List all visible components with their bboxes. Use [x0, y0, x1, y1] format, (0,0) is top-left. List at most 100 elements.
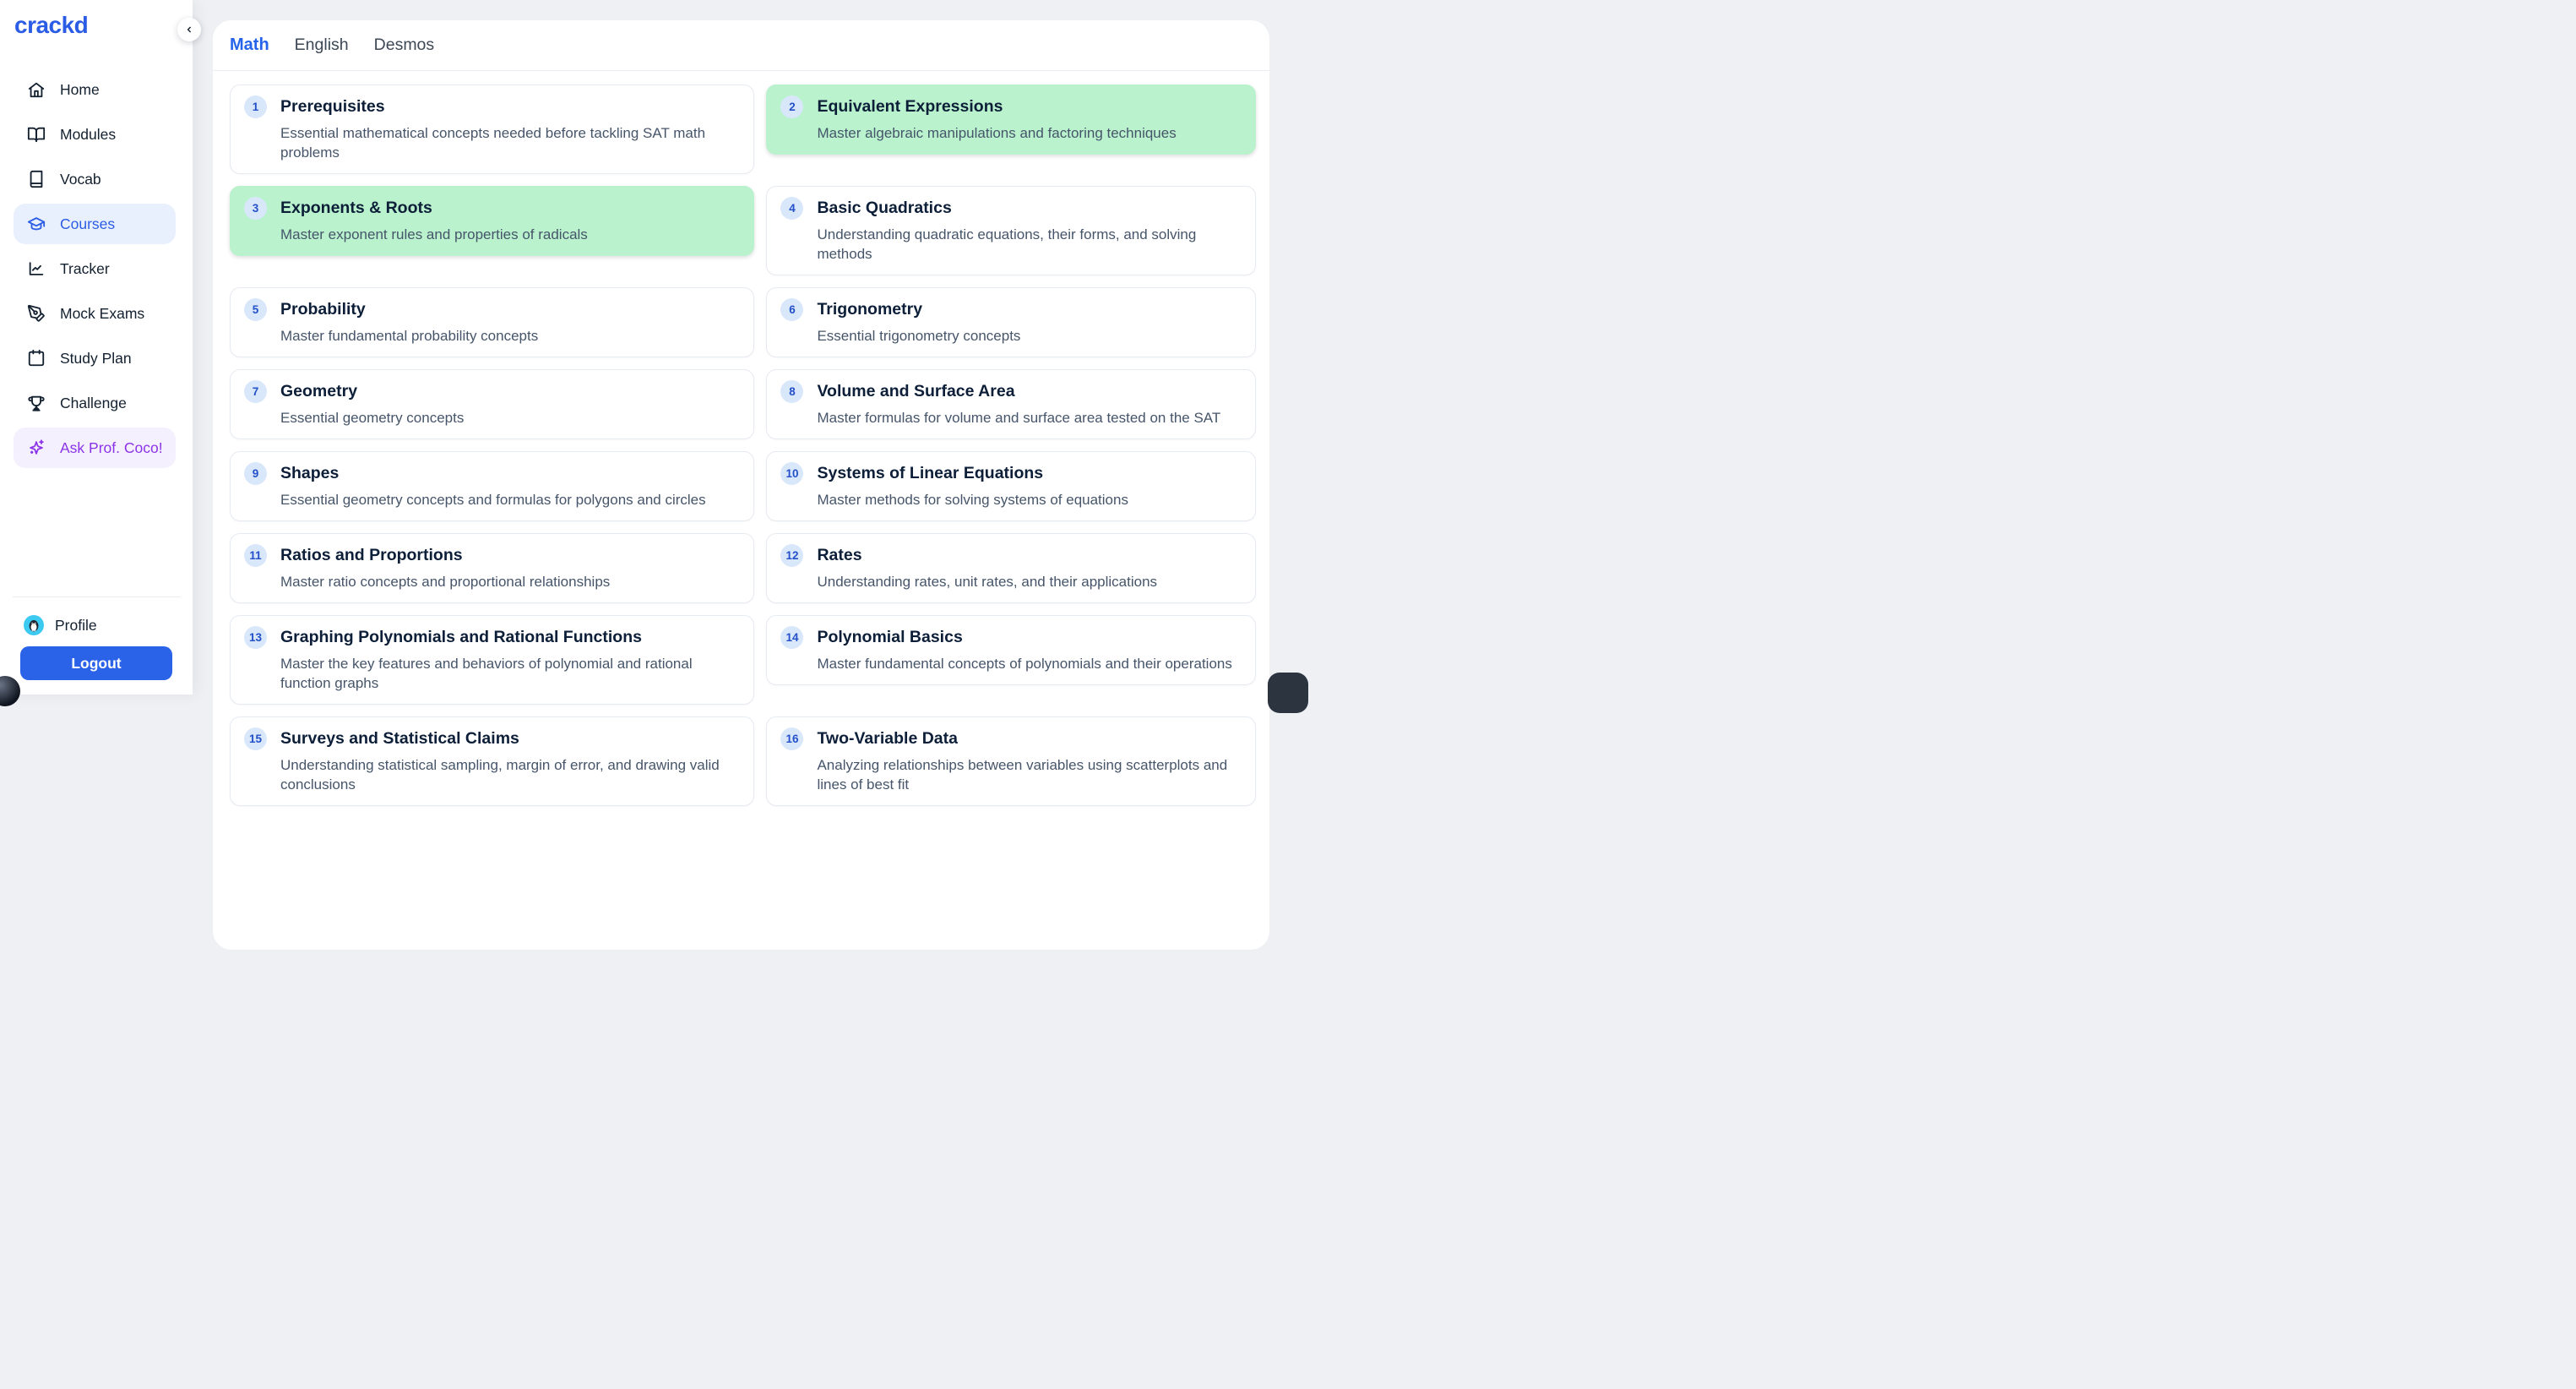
course-card-two-variable-data[interactable]: 16 Two-Variable Data Analyzing relations… [766, 716, 1256, 806]
course-title: Basic Quadratics [817, 197, 951, 220]
course-title: Trigonometry [817, 298, 922, 321]
study-plan-icon [27, 349, 46, 368]
course-card-trigonometry[interactable]: 6 Trigonometry Essential trigonometry co… [766, 287, 1256, 357]
course-number-badge: 3 [244, 197, 267, 220]
sidebar-item-label: Ask Prof. Coco! [60, 439, 163, 457]
course-title: Two-Variable Data [817, 727, 958, 750]
course-card-basic-quadratics[interactable]: 4 Basic Quadratics Understanding quadrat… [766, 186, 1256, 275]
course-description: Master fundamental probability concepts [280, 326, 736, 346]
sidebar-divider [13, 596, 180, 597]
course-card-systems-of-linear-equations[interactable]: 10 Systems of Linear Equations Master me… [766, 451, 1256, 521]
sidebar-item-label: Challenge [60, 395, 127, 412]
course-card-header: 5 Probability [244, 298, 736, 321]
course-title: Exponents & Roots [280, 197, 432, 220]
course-card-ratios-and-proportions[interactable]: 11 Ratios and Proportions Master ratio c… [230, 533, 754, 603]
tab-math[interactable]: Math [228, 32, 271, 58]
course-card-polynomial-basics[interactable]: 14 Polynomial Basics Master fundamental … [766, 615, 1256, 685]
course-card-header: 3 Exponents & Roots [244, 197, 736, 220]
course-description: Understanding quadratic equations, their… [817, 225, 1238, 264]
sidebar-item-home[interactable]: Home [14, 69, 176, 110]
course-card-volume-and-surface-area[interactable]: 8 Volume and Surface Area Master formula… [766, 369, 1256, 439]
course-description: Master exponent rules and properties of … [280, 225, 736, 244]
course-title: Polynomial Basics [817, 626, 962, 649]
profile-label: Profile [55, 617, 97, 635]
course-card-header: 10 Systems of Linear Equations [780, 462, 1238, 485]
course-description: Essential trigonometry concepts [817, 326, 1238, 346]
course-card-shapes[interactable]: 9 Shapes Essential geometry concepts and… [230, 451, 754, 521]
sidebar-item-study-plan[interactable]: Study Plan [14, 338, 176, 379]
sidebar-item-label: Courses [60, 215, 115, 233]
course-card-header: 7 Geometry [244, 380, 736, 403]
course-card-prerequisites[interactable]: 1 Prerequisites Essential mathematical c… [230, 84, 754, 174]
mock-exams-icon [27, 304, 46, 323]
course-card-exponents-roots[interactable]: 3 Exponents & Roots Master exponent rule… [230, 186, 754, 256]
course-number-badge: 1 [244, 95, 267, 118]
course-number-badge: 2 [780, 95, 803, 118]
challenge-icon [27, 394, 46, 412]
course-card-header: 16 Two-Variable Data [780, 727, 1238, 750]
course-card-geometry[interactable]: 7 Geometry Essential geometry concepts [230, 369, 754, 439]
course-description: Master fundamental concepts of polynomia… [817, 654, 1238, 673]
sidebar: crackd Home Modules Vocab Courses Tracker Moc… [0, 0, 193, 694]
course-card-rates[interactable]: 12 Rates Understanding rates, unit rates… [766, 533, 1256, 603]
course-description: Master ratio concepts and proportional r… [280, 572, 736, 591]
sidebar-item-label: Mock Exams [60, 305, 144, 323]
course-card-header: 12 Rates [780, 544, 1238, 567]
sidebar-item-modules[interactable]: Modules [14, 114, 176, 155]
course-card-header: 4 Basic Quadratics [780, 197, 1238, 220]
main-panel: Math English Desmos 1 Prerequisites Essent… [213, 20, 1269, 950]
course-title: Rates [817, 544, 861, 567]
course-number-badge: 16 [780, 727, 803, 750]
course-description: Master formulas for volume and surface a… [817, 408, 1238, 428]
course-number-badge: 13 [244, 626, 267, 649]
course-number-badge: 11 [244, 544, 267, 567]
course-card-probability[interactable]: 5 Probability Master fundamental probabi… [230, 287, 754, 357]
course-card-header: 8 Volume and Surface Area [780, 380, 1238, 403]
logout-button[interactable]: Logout [20, 646, 172, 680]
course-description: Essential geometry concepts [280, 408, 736, 428]
sidebar-collapse-button[interactable] [177, 18, 201, 41]
penguin-avatar [24, 615, 44, 635]
course-title: Shapes [280, 462, 339, 485]
sidebar-item-challenge[interactable]: Challenge [14, 383, 176, 423]
course-title: Prerequisites [280, 95, 385, 118]
course-card-header: 6 Trigonometry [780, 298, 1238, 321]
course-card-header: 11 Ratios and Proportions [244, 544, 736, 567]
tracker-icon [27, 259, 46, 278]
vocab-icon [27, 170, 46, 188]
course-description: Understanding statistical sampling, marg… [280, 755, 736, 794]
sidebar-item-tracker[interactable]: Tracker [14, 248, 176, 289]
course-title: Graphing Polynomials and Rational Functi… [280, 626, 642, 649]
tab-desmos[interactable]: Desmos [372, 32, 437, 58]
course-card-header: 2 Equivalent Expressions [780, 95, 1238, 118]
course-title: Probability [280, 298, 366, 321]
tab-english[interactable]: English [293, 32, 351, 58]
sidebar-item-courses[interactable]: Courses [14, 204, 176, 244]
sidebar-item-label: Study Plan [60, 350, 132, 368]
course-description: Master methods for solving systems of eq… [817, 490, 1238, 509]
course-description: Analyzing relationships between variable… [817, 755, 1238, 794]
course-number-badge: 5 [244, 298, 267, 321]
course-number-badge: 7 [244, 380, 267, 403]
sidebar-item-label: Modules [60, 126, 116, 144]
course-number-badge: 10 [780, 462, 803, 485]
course-grid: 1 Prerequisites Essential mathematical c… [213, 71, 1269, 820]
chat-widget-button[interactable] [1268, 673, 1308, 713]
course-number-badge: 12 [780, 544, 803, 567]
course-number-badge: 15 [244, 727, 267, 750]
course-title: Volume and Surface Area [817, 380, 1014, 403]
course-card-equivalent-expressions[interactable]: 2 Equivalent Expressions Master algebrai… [766, 84, 1256, 155]
course-card-surveys-and-statistical-claims[interactable]: 15 Surveys and Statistical Claims Unders… [230, 716, 754, 806]
chevron-left-icon [183, 24, 195, 35]
courses-icon [27, 215, 46, 233]
home-icon [27, 80, 46, 99]
sidebar-item-label: Vocab [60, 171, 101, 188]
sidebar-item-mock-exams[interactable]: Mock Exams [14, 293, 176, 334]
sidebar-item-profile[interactable]: Profile [14, 606, 176, 645]
course-card-graphing-polynomials-and-rational-functions[interactable]: 13 Graphing Polynomials and Rational Fun… [230, 615, 754, 705]
sidebar-item-ask-prof-coco[interactable]: Ask Prof. Coco! [14, 428, 176, 468]
coco-icon [27, 438, 46, 457]
brand-logo: crackd [14, 12, 88, 39]
course-description: Master algebraic manipulations and facto… [817, 123, 1238, 143]
sidebar-item-vocab[interactable]: Vocab [14, 159, 176, 199]
